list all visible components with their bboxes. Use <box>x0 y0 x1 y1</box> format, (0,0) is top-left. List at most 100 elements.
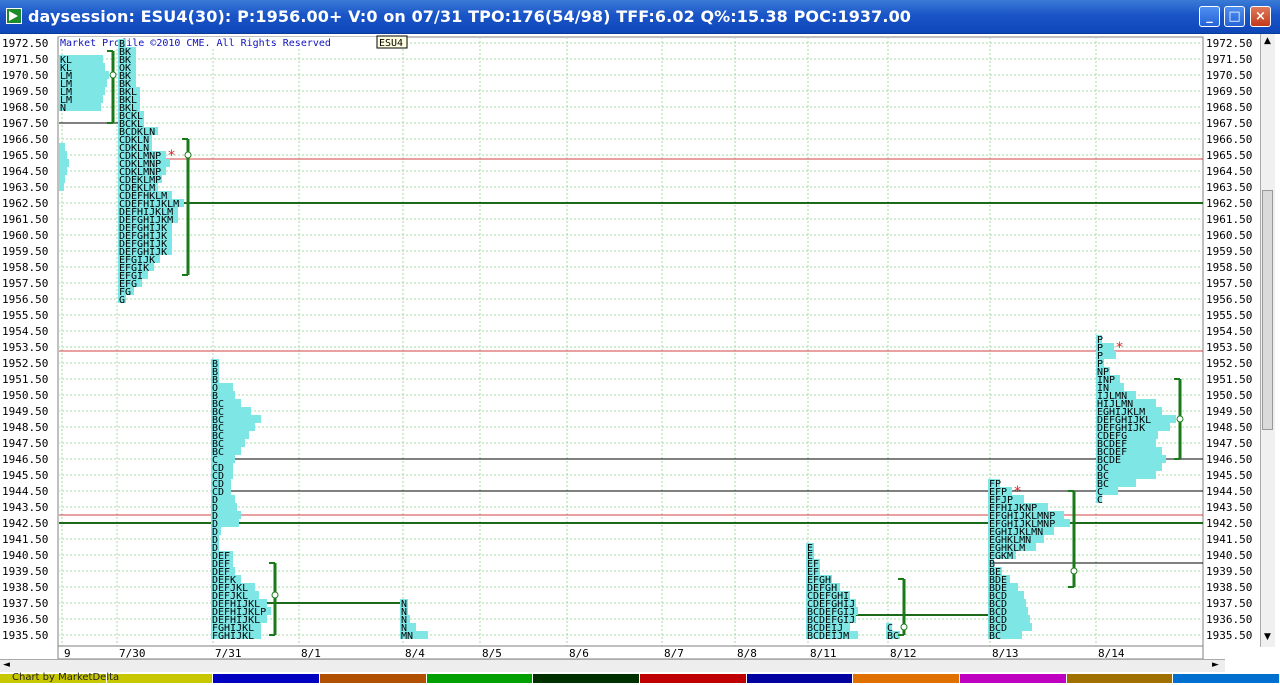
price-label-left: 1965.50 <box>2 149 48 162</box>
date-label: 8/13 <box>992 647 1019 659</box>
price-label-left: 1964.50 <box>2 165 48 178</box>
price-label-left: 1942.50 <box>2 517 48 530</box>
color-swatch <box>426 674 533 683</box>
profile-bar <box>59 151 67 159</box>
tpo-letters: BC <box>989 631 1001 642</box>
price-label-right: 1943.50 <box>1206 501 1252 514</box>
footer-label: Chart by MarketDelta <box>12 672 120 683</box>
price-label-left: 1959.50 <box>2 245 48 258</box>
price-label-right: 1972.50 <box>1206 37 1252 50</box>
price-label-left: 1940.50 <box>2 549 48 562</box>
poc-marker <box>1070 567 1078 575</box>
price-label-left: 1945.50 <box>2 469 48 482</box>
price-label-left: 1970.50 <box>2 69 48 82</box>
profile-bar <box>59 183 64 191</box>
price-label-left: 1935.50 <box>2 629 48 642</box>
price-label-right: 1961.50 <box>1206 213 1252 226</box>
price-label-right: 1952.50 <box>1206 357 1252 370</box>
window-title: daysession: ESU4(30): P:1956.00+ V:0 on … <box>28 7 912 26</box>
price-label-left: 1972.50 <box>2 37 48 50</box>
price-label-left: 1969.50 <box>2 85 48 98</box>
app-icon <box>6 8 22 24</box>
date-label: 9 <box>64 647 71 659</box>
price-label-right: 1945.50 <box>1206 469 1252 482</box>
price-label-left: 1956.50 <box>2 293 48 306</box>
price-label-right: 1965.50 <box>1206 149 1252 162</box>
price-label-left: 1937.50 <box>2 597 48 610</box>
price-label-right: 1955.50 <box>1206 309 1252 322</box>
open-marker: * <box>1014 484 1021 500</box>
price-label-left: 1949.50 <box>2 405 48 418</box>
title-bar: daysession: ESU4(30): P:1956.00+ V:0 on … <box>0 0 1280 34</box>
poc-marker <box>109 71 117 79</box>
price-label-left: 1962.50 <box>2 197 48 210</box>
header-note: Market Profile ©2010 CME. All Rights Res… <box>60 38 331 49</box>
price-label-left: 1944.50 <box>2 485 48 498</box>
price-label-right: 1966.50 <box>1206 133 1252 146</box>
profile-bar <box>59 175 65 183</box>
date-label: 7/30 <box>119 647 146 659</box>
date-label: 7/31 <box>215 647 242 659</box>
profile-bar <box>59 167 67 175</box>
date-label: 8/8 <box>737 647 757 659</box>
price-label-left: 1948.50 <box>2 421 48 434</box>
date-label: 8/4 <box>405 647 425 659</box>
color-swatch <box>213 674 319 683</box>
color-swatch <box>1066 674 1173 683</box>
horizontal-scrollbar[interactable]: ◄ ► <box>0 659 1225 672</box>
color-swatch <box>533 674 639 683</box>
date-label: 8/7 <box>664 647 684 659</box>
price-label-right: 1946.50 <box>1206 453 1252 466</box>
price-label-right: 1940.50 <box>1206 549 1252 562</box>
price-label-right: 1953.50 <box>1206 341 1252 354</box>
scroll-up-icon[interactable]: ▲ <box>1264 36 1271 46</box>
tpo-letters: N <box>60 103 66 114</box>
scroll-left-icon[interactable]: ◄ <box>3 660 10 670</box>
price-label-left: 1938.50 <box>2 581 48 594</box>
price-label-left: 1951.50 <box>2 373 48 386</box>
price-label-right: 1970.50 <box>1206 69 1252 82</box>
scrollbar-thumb[interactable] <box>1262 190 1273 430</box>
poc-marker <box>1176 415 1184 423</box>
price-label-right: 1939.50 <box>1206 565 1252 578</box>
tpo-letters: C <box>1097 495 1103 506</box>
price-label-left: 1957.50 <box>2 277 48 290</box>
tpo-letters: FGHIJKL <box>212 631 254 642</box>
price-label-right: 1967.50 <box>1206 117 1252 130</box>
tpo-letters: BCDEIJM <box>807 631 849 642</box>
price-label-right: 1962.50 <box>1206 197 1252 210</box>
price-label-right: 1968.50 <box>1206 101 1252 114</box>
maximize-button[interactable]: □ <box>1224 6 1245 27</box>
price-label-right: 1942.50 <box>1206 517 1252 530</box>
price-label-left: 1953.50 <box>2 341 48 354</box>
price-label-right: 1938.50 <box>1206 581 1252 594</box>
price-label-left: 1960.50 <box>2 229 48 242</box>
price-label-right: 1971.50 <box>1206 53 1252 66</box>
color-swatch <box>320 674 426 683</box>
price-label-left: 1943.50 <box>2 501 48 514</box>
price-label-left: 1950.50 <box>2 389 48 402</box>
price-label-right: 1944.50 <box>1206 485 1252 498</box>
symbol-tag: ESU4 <box>379 38 403 49</box>
profile-bar <box>59 143 65 151</box>
tpo-letters: G <box>119 295 125 306</box>
price-label-left: 1961.50 <box>2 213 48 226</box>
price-label-right: 1960.50 <box>1206 229 1252 242</box>
price-label-right: 1937.50 <box>1206 597 1252 610</box>
close-button[interactable]: × <box>1250 6 1271 27</box>
color-swatch <box>960 674 1066 683</box>
minimize-button[interactable]: _ <box>1199 6 1220 27</box>
price-label-left: 1955.50 <box>2 309 48 322</box>
tpo-letters: BC <box>887 631 899 642</box>
color-swatch <box>1173 674 1279 683</box>
date-label: 8/11 <box>810 647 837 659</box>
price-label-left: 1954.50 <box>2 325 48 338</box>
date-label: 8/14 <box>1098 647 1125 659</box>
scroll-down-icon[interactable]: ▼ <box>1264 632 1271 642</box>
market-profile-chart: 1972.50 1972.50 1971.50 1971.50 1970.50 1970.… <box>2 35 1252 659</box>
price-label-right: 1935.50 <box>1206 629 1252 642</box>
price-label-left: 1936.50 <box>2 613 48 626</box>
scroll-right-icon[interactable]: ► <box>1212 660 1219 670</box>
price-label-right: 1963.50 <box>1206 181 1252 194</box>
date-label: 8/1 <box>301 647 321 659</box>
